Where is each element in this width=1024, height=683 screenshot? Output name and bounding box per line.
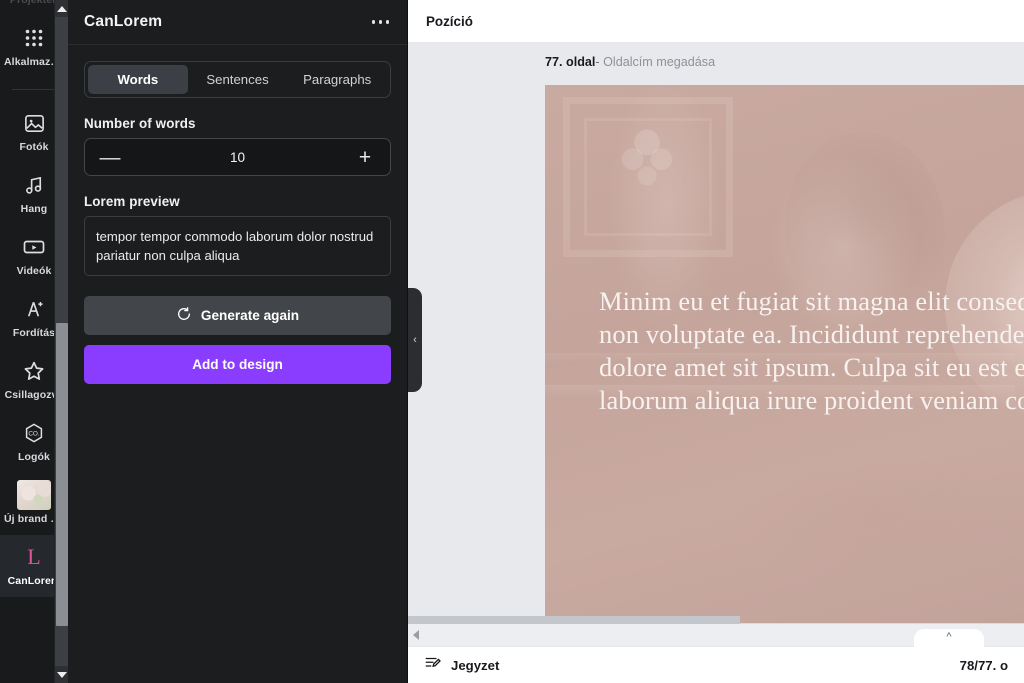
rail-scrollbar[interactable] bbox=[54, 0, 68, 683]
tab-words[interactable]: Words bbox=[88, 65, 188, 94]
page-separator: - bbox=[595, 55, 600, 69]
add-to-design-button[interactable]: Add to design bbox=[84, 345, 391, 384]
app-root: Projektek Alkalmazások bbox=[0, 0, 1024, 683]
decrement-button[interactable]: — bbox=[99, 147, 121, 168]
canlorem-panel: CanLorem Words Sentences Paragraphs Numb… bbox=[68, 0, 408, 683]
panel-body: Words Sentences Paragraphs Number of wor… bbox=[68, 45, 407, 400]
number-of-words-label: Number of words bbox=[84, 116, 196, 131]
kebab-menu-icon[interactable] bbox=[370, 12, 392, 32]
increment-button[interactable]: + bbox=[354, 147, 376, 168]
panel-collapse-handle[interactable]: ‹ bbox=[408, 288, 422, 392]
add-to-design-label: Add to design bbox=[192, 357, 283, 372]
page-number: 77. oldal bbox=[545, 55, 596, 69]
editor-stage: Pozíció 77. oldal- Oldalcím megadása Min… bbox=[408, 0, 1024, 683]
word-count-value[interactable]: 10 bbox=[121, 150, 354, 165]
decor-ornament bbox=[617, 127, 677, 197]
stage-topbar: Pozíció bbox=[408, 0, 1024, 43]
panel-header: CanLorem bbox=[68, 0, 407, 45]
page-title-placeholder[interactable]: Oldalcím megadása bbox=[603, 55, 715, 69]
notes-label: Jegyzet bbox=[451, 657, 500, 673]
lorem-preview-label: Lorem preview bbox=[84, 194, 180, 209]
canvas-scroll-area: 77. oldal- Oldalcím megadása Minim eu et… bbox=[408, 43, 1024, 623]
page-counter[interactable]: 78/77. o bbox=[960, 658, 1008, 673]
scroll-left-arrow-icon[interactable] bbox=[413, 630, 419, 640]
tab-sentences[interactable]: Sentences bbox=[188, 65, 288, 94]
notes-button[interactable]: Jegyzet bbox=[424, 654, 499, 677]
design-canvas[interactable]: Minim eu et fugiat sit magna elit conseq… bbox=[545, 85, 1024, 623]
svg-text:CO.: CO. bbox=[28, 430, 40, 437]
lorem-preview-text: tempor tempor commodo laborum dolor nost… bbox=[96, 229, 374, 263]
horizontal-scrollbar-thumb[interactable] bbox=[408, 616, 740, 624]
stage-bottombar: Jegyzet 78/77. o bbox=[408, 646, 1024, 683]
generate-again-label: Generate again bbox=[200, 308, 300, 323]
generate-again-button[interactable]: Generate again bbox=[84, 296, 391, 335]
notes-pencil-icon bbox=[424, 654, 442, 677]
rail-scrollbar-thumb[interactable] bbox=[56, 323, 68, 626]
canvas-text-block[interactable]: Minim eu et fugiat sit magna elit conseq… bbox=[599, 285, 1024, 417]
position-button[interactable]: Pozíció bbox=[426, 14, 473, 29]
refresh-icon bbox=[176, 306, 192, 325]
mode-tabs: Words Sentences Paragraphs bbox=[84, 61, 391, 98]
scroll-up-arrow-icon[interactable] bbox=[55, 0, 68, 17]
scroll-down-arrow-icon[interactable] bbox=[55, 666, 68, 683]
left-rail: Projektek Alkalmazások bbox=[0, 0, 68, 683]
panel-title: CanLorem bbox=[84, 13, 163, 30]
number-of-words-stepper: — 10 + bbox=[84, 138, 391, 176]
rail-divider bbox=[12, 89, 56, 90]
page-header: 77. oldal- Oldalcím megadása bbox=[408, 43, 1024, 75]
tab-paragraphs[interactable]: Paragraphs bbox=[287, 65, 387, 94]
expand-panel-tab[interactable]: ^ bbox=[914, 629, 984, 651]
lorem-preview-box: tempor tempor commodo laborum dolor nost… bbox=[84, 216, 391, 276]
